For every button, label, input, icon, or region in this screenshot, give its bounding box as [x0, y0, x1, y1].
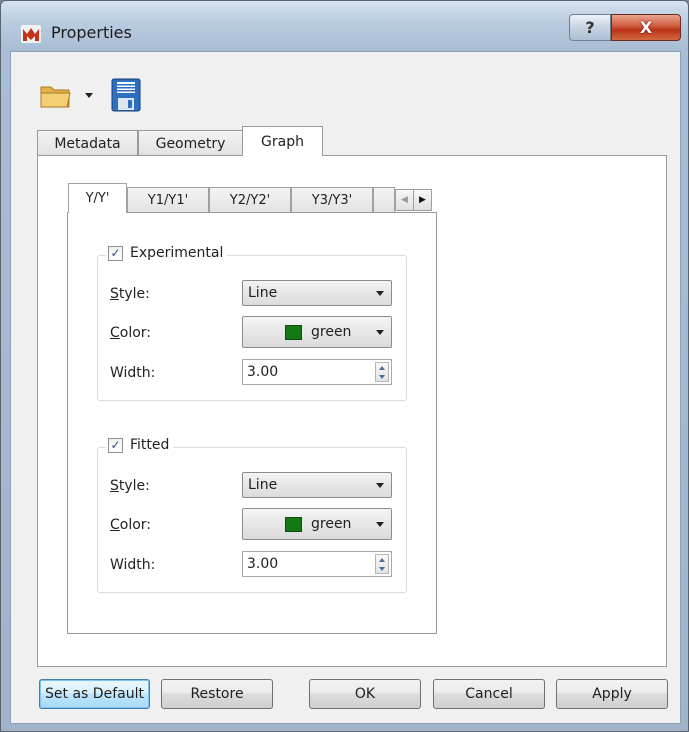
- fitted-checkbox[interactable]: ✓ Fitted: [106, 437, 174, 453]
- chevron-down-icon: [376, 483, 384, 488]
- restore-button[interactable]: Restore: [161, 679, 273, 709]
- spin-up-icon[interactable]: [376, 555, 388, 564]
- fitted-style-value: Line: [248, 477, 278, 493]
- close-button[interactable]: X: [611, 14, 681, 41]
- checkbox-checkmark-icon: ✓: [108, 437, 123, 453]
- fitted-label: Fitted: [130, 437, 170, 453]
- app-logo-icon: [21, 25, 41, 43]
- floppy-disk-icon: [111, 78, 141, 112]
- experimental-width-spinbox[interactable]: 3.00: [242, 359, 392, 385]
- set-as-default-button[interactable]: Set as Default: [39, 679, 150, 709]
- fitted-style-select[interactable]: Line: [242, 472, 392, 498]
- arrow-right-icon: ▶: [419, 195, 426, 205]
- experimental-group: ✓ Experimental Style: Line Color: green: [97, 245, 407, 401]
- spin-down-icon[interactable]: [376, 372, 388, 381]
- folder-icon: [40, 86, 71, 108]
- experimental-width-value: 3.00: [247, 364, 279, 380]
- tab-metadata[interactable]: Metadata: [37, 130, 138, 156]
- spin-buttons[interactable]: [375, 362, 389, 382]
- apply-button[interactable]: Apply: [556, 679, 668, 709]
- arrow-left-icon: ◀: [401, 195, 408, 205]
- fitted-width-spinbox[interactable]: 3.00: [242, 551, 392, 577]
- subtab-y1[interactable]: Y1/Y1': [127, 187, 209, 213]
- tab-geometry[interactable]: Geometry: [138, 130, 243, 156]
- subtab-scroll-left-button[interactable]: ◀: [395, 189, 414, 211]
- subtab-y[interactable]: Y/Y': [68, 183, 127, 213]
- open-menu-chevron-down-icon[interactable]: [83, 89, 95, 101]
- save-button[interactable]: [110, 77, 142, 113]
- fitted-color-value: green: [311, 516, 352, 532]
- tab-graph[interactable]: Graph: [242, 126, 323, 156]
- color-swatch: [285, 517, 302, 532]
- fitted-color-label: Color:: [110, 517, 152, 533]
- experimental-color-select[interactable]: green: [242, 316, 392, 348]
- properties-window: Properties ? X Metadata Geometry Graph Y…: [0, 0, 689, 732]
- fitted-color-select[interactable]: green: [242, 508, 392, 540]
- fitted-width-label: Width:: [110, 557, 156, 573]
- cancel-button[interactable]: Cancel: [433, 679, 545, 709]
- experimental-label: Experimental: [130, 245, 224, 261]
- chevron-down-icon: [376, 291, 384, 296]
- checkbox-checkmark-icon: ✓: [108, 245, 123, 261]
- fitted-width-value: 3.00: [247, 556, 279, 572]
- experimental-checkbox[interactable]: ✓ Experimental: [106, 245, 228, 261]
- chevron-down-icon: [376, 522, 384, 527]
- subtab-y3[interactable]: Y3/Y3': [291, 187, 373, 213]
- spin-down-icon[interactable]: [376, 564, 388, 573]
- fitted-style-label: Style:: [110, 478, 150, 494]
- series-panel: ✓ Experimental Style: Line Color: green: [67, 212, 437, 634]
- help-button[interactable]: ?: [569, 14, 611, 41]
- experimental-style-label: Style:: [110, 286, 150, 302]
- color-swatch: [285, 325, 302, 340]
- open-file-button[interactable]: [39, 80, 77, 112]
- spin-buttons[interactable]: [375, 554, 389, 574]
- dialog-client: Metadata Geometry Graph Y/Y' Y1/Y1' Y2/Y…: [10, 51, 681, 724]
- title-bar[interactable]: Properties ? X: [1, 1, 688, 51]
- subtab-scroll-right-button[interactable]: ▶: [413, 189, 432, 211]
- experimental-color-value: green: [311, 324, 352, 340]
- ok-button[interactable]: OK: [309, 679, 421, 709]
- fitted-group: ✓ Fitted Style: Line Color: green Width:: [97, 437, 407, 593]
- experimental-width-label: Width:: [110, 365, 156, 381]
- experimental-style-select[interactable]: Line: [242, 280, 392, 306]
- window-title: Properties: [51, 23, 132, 42]
- subtab-more-partial[interactable]: [373, 187, 395, 213]
- graph-tab-panel: Y/Y' Y1/Y1' Y2/Y2' Y3/Y3' ◀ ▶ ✓ Experime…: [37, 155, 667, 667]
- chevron-down-icon: [376, 330, 384, 335]
- spin-up-icon[interactable]: [376, 363, 388, 372]
- experimental-color-label: Color:: [110, 325, 152, 341]
- experimental-style-value: Line: [248, 285, 278, 301]
- subtab-y2[interactable]: Y2/Y2': [209, 187, 291, 213]
